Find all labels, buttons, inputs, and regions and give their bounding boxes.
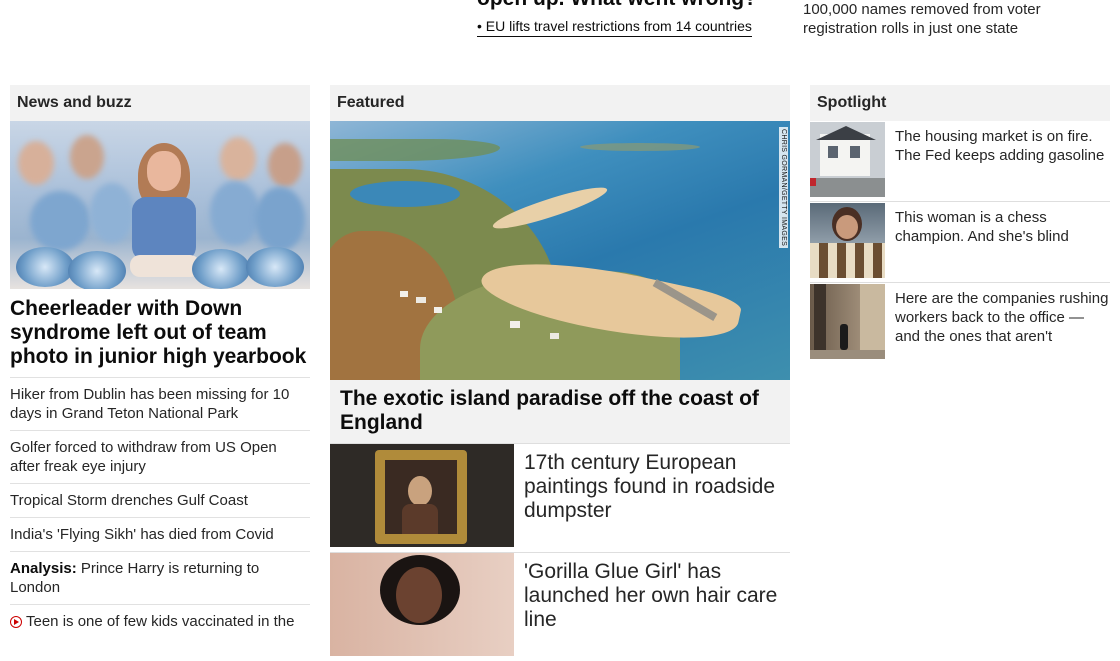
house-thumbnail bbox=[810, 122, 885, 197]
news-item[interactable]: Analysis: Prince Harry is returning to L… bbox=[10, 552, 310, 605]
featured-story-text: 17th century European paintings found in… bbox=[524, 451, 776, 522]
news-item[interactable]: Hiker from Dublin has been missing for 1… bbox=[10, 378, 310, 431]
spotlight-item-text: Here are the companies rushing workers b… bbox=[895, 290, 1109, 345]
analysis-label: Analysis: bbox=[10, 560, 77, 577]
painting-thumbnail bbox=[330, 444, 514, 547]
news-item-video[interactable]: Teen is one of few kids vaccinated in th… bbox=[10, 605, 310, 638]
news-lead-image[interactable] bbox=[10, 121, 310, 289]
featured-story-row[interactable]: 'Gorilla Glue Girl' has launched her own… bbox=[330, 553, 790, 661]
section-header-spotlight: Spotlight bbox=[810, 85, 1110, 121]
top-story-headline[interactable]: open up. What went wrong? bbox=[477, 0, 777, 12]
news-item[interactable]: Golfer forced to withdraw from US Open a… bbox=[10, 431, 310, 484]
featured-section: Featured CHRIS GORMAN/GETTY IMAGES The e… bbox=[330, 85, 790, 661]
spotlight-section: Spotlight The housing market is on fire.… bbox=[810, 85, 1110, 361]
news-item[interactable]: Tropical Storm drenches Gulf Coast bbox=[10, 484, 310, 518]
featured-story-text: 'Gorilla Glue Girl' has launched her own… bbox=[524, 560, 778, 631]
featured-story-row[interactable]: 17th century European paintings found in… bbox=[330, 444, 790, 553]
chess-thumbnail bbox=[810, 203, 885, 278]
featured-headline[interactable]: The exotic island paradise off the coast… bbox=[330, 380, 790, 444]
news-item[interactable]: India's 'Flying Sikh' has died from Covi… bbox=[10, 518, 310, 552]
section-header-news: News and buzz bbox=[10, 85, 310, 121]
spotlight-item[interactable]: The housing market is on fire. The Fed k… bbox=[810, 121, 1110, 202]
news-item-text: Teen is one of few kids vaccinated in th… bbox=[26, 613, 295, 630]
office-street-thumbnail bbox=[810, 284, 885, 359]
spotlight-item-text: This woman is a chess champion. And she'… bbox=[895, 209, 1069, 245]
top-story-related-link[interactable]: • EU lifts travel restrictions from 14 c… bbox=[477, 17, 752, 37]
spotlight-item-text: The housing market is on fire. The Fed k… bbox=[895, 128, 1105, 164]
spotlight-item[interactable]: Here are the companies rushing workers b… bbox=[810, 283, 1110, 361]
news-item-text: Tropical Storm drenches Gulf Coast bbox=[10, 492, 248, 509]
news-item-text: Golfer forced to withdraw from US Open a… bbox=[10, 439, 277, 475]
section-header-featured: Featured bbox=[330, 85, 790, 121]
portrait-thumbnail bbox=[330, 553, 514, 656]
news-lead-headline[interactable]: Cheerleader with Down syndrome left out … bbox=[10, 289, 310, 378]
spotlight-item[interactable]: This woman is a chess champion. And she'… bbox=[810, 202, 1110, 283]
news-and-buzz-section: News and buzz Cheerleader with Down synd… bbox=[10, 85, 310, 638]
news-item-text: India's 'Flying Sikh' has died from Covi… bbox=[10, 526, 274, 543]
news-item-text: Hiker from Dublin has been missing for 1… bbox=[10, 386, 290, 422]
top-right-story-link[interactable]: 100,000 names removed from voter registr… bbox=[803, 0, 1083, 38]
photo-credit: CHRIS GORMAN/GETTY IMAGES bbox=[779, 127, 788, 249]
featured-hero-image[interactable]: CHRIS GORMAN/GETTY IMAGES bbox=[330, 121, 790, 380]
